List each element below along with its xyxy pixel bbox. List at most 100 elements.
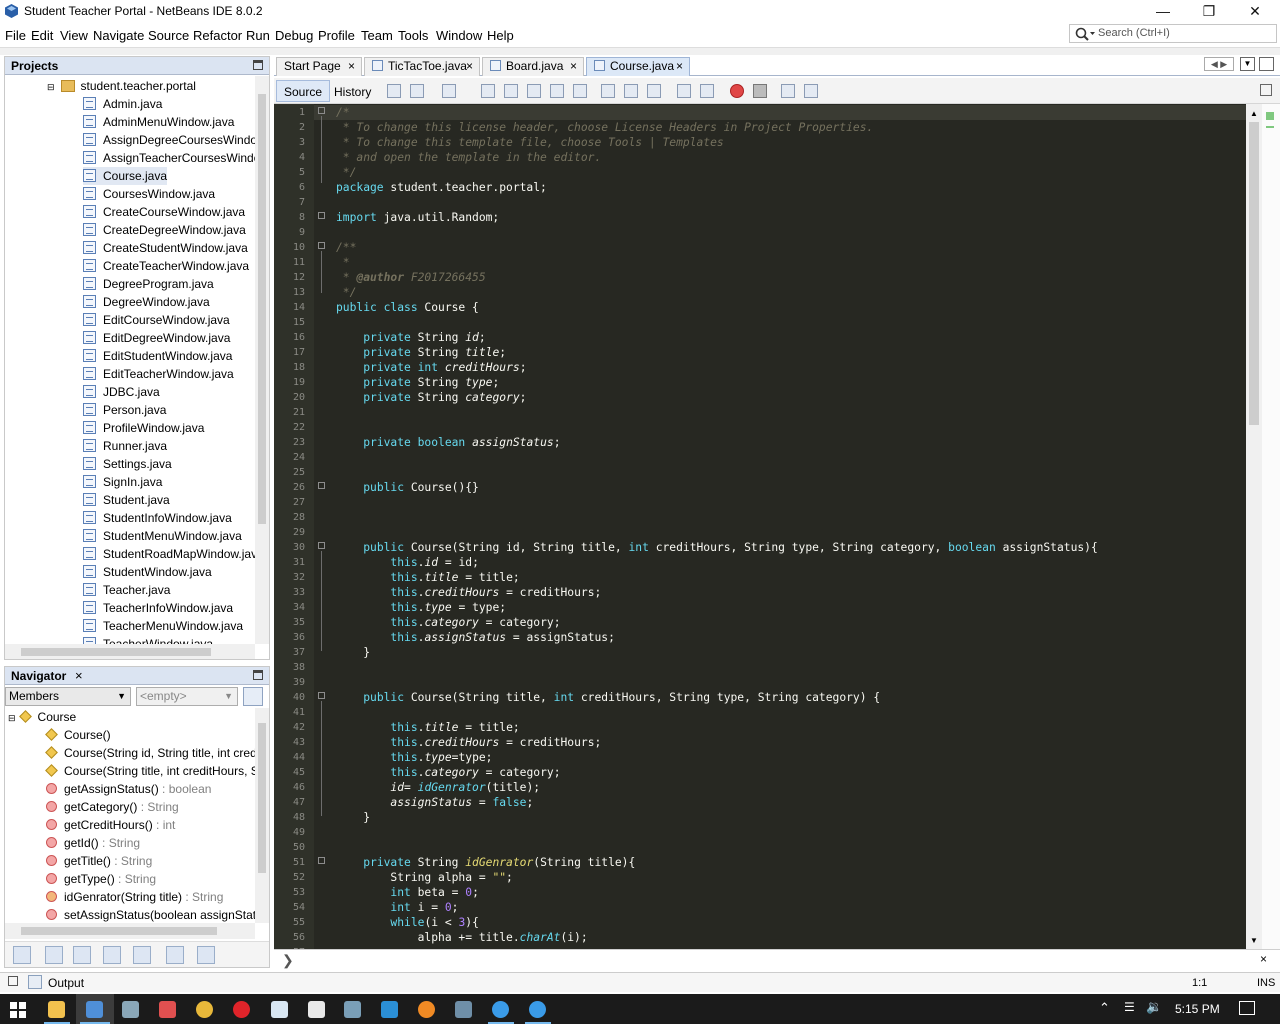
navigator-member[interactable]: Course(String title, int creditHours, St…	[43, 762, 255, 780]
tab-board[interactable]: Board.java ×	[482, 57, 584, 76]
close-button[interactable]: ✕	[1232, 0, 1278, 22]
netbeans-taskbar-button[interactable]	[76, 994, 114, 1024]
menu-run[interactable]: Run	[246, 28, 270, 43]
app-icon[interactable]	[529, 1001, 546, 1018]
menu-navigate[interactable]: Navigate	[93, 28, 144, 43]
toggle-bookmark-icon[interactable]	[647, 84, 661, 98]
empty-select[interactable]: <empty> ▼	[136, 687, 238, 706]
firefox-icon[interactable]	[418, 1001, 435, 1018]
local-classes-icon[interactable]	[133, 946, 151, 964]
navigator-member[interactable]: setAssignStatus(boolean assignStatus	[43, 906, 255, 923]
fold-toggle-icon[interactable]	[318, 692, 325, 699]
tree-file[interactable]: SignIn.java	[83, 473, 162, 491]
fold-toggle-icon[interactable]	[318, 242, 325, 249]
fold-toggle-icon[interactable]	[318, 482, 325, 489]
navigator-tree[interactable]: ⊟ Course Course() Course(String id, String…	[5, 708, 255, 923]
menu-file[interactable]: File	[5, 28, 26, 43]
output-label[interactable]: Output	[48, 976, 84, 990]
navigator-member[interactable]: getTitle() : String	[43, 852, 152, 870]
last-edit-icon[interactable]	[387, 84, 401, 98]
fqn-icon[interactable]	[166, 946, 184, 964]
scroll-down-icon[interactable]: ▼	[1250, 936, 1258, 945]
sort-by-name-icon[interactable]	[197, 946, 215, 964]
projects-horizontal-scrollbar[interactable]	[5, 644, 255, 659]
menu-source[interactable]: Source	[148, 28, 189, 43]
previous-bookmark-icon[interactable]	[601, 84, 615, 98]
find-next-icon[interactable]	[527, 84, 541, 98]
clock[interactable]: 5:15 PM	[1175, 1002, 1220, 1016]
tree-file[interactable]: Student.java	[83, 491, 170, 509]
stop-macro-icon[interactable]	[753, 84, 767, 98]
fields-filter-icon[interactable]	[45, 946, 63, 964]
navigator-member[interactable]: Course()	[43, 726, 111, 744]
sort-by-source-icon[interactable]	[229, 946, 247, 964]
inherited-members-icon[interactable]	[13, 946, 31, 964]
scrollbar-thumb[interactable]	[258, 723, 266, 873]
scrollbar-thumb[interactable]	[258, 94, 266, 524]
tree-file[interactable]: EditDegreeWindow.java	[83, 329, 230, 347]
navigator-vertical-scrollbar[interactable]	[255, 708, 269, 923]
navigator-options-icon[interactable]	[243, 687, 263, 706]
menu-window[interactable]: Window	[436, 28, 482, 43]
uncomment-icon[interactable]	[804, 84, 818, 98]
scroll-up-icon[interactable]: ▲	[1250, 109, 1258, 118]
expand-output-icon[interactable]: ❯	[282, 952, 294, 969]
navigator-member[interactable]: getCategory() : String	[43, 798, 179, 816]
fold-toggle-icon[interactable]	[318, 212, 325, 219]
toggle-highlight-icon[interactable]	[550, 84, 564, 98]
close-tab-icon[interactable]: ×	[348, 58, 355, 75]
tab-course[interactable]: Course.java ×	[586, 57, 690, 76]
forward-icon[interactable]	[442, 84, 456, 98]
search-input[interactable]: Search (Ctrl+I)	[1069, 24, 1277, 43]
project-tree[interactable]: ⊟ student.teacher.portal Admin.java AdminM…	[5, 76, 255, 644]
fold-toggle-icon[interactable]	[318, 107, 325, 114]
projects-tab[interactable]: Projects	[5, 57, 269, 75]
app-icon[interactable]	[492, 1001, 509, 1018]
non-public-filter-icon[interactable]	[103, 946, 121, 964]
members-filter-select[interactable]: Members ▼	[5, 687, 131, 706]
tree-file[interactable]: CoursesWindow.java	[83, 185, 215, 203]
tree-file[interactable]: JDBC.java	[83, 383, 160, 401]
tree-file[interactable]: Runner.java	[83, 437, 167, 455]
static-filter-icon[interactable]	[73, 946, 91, 964]
menu-profile[interactable]: Profile	[318, 28, 355, 43]
tree-file[interactable]: CreateCourseWindow.java	[83, 203, 245, 221]
tree-file[interactable]: StudentRoadMapWindow.java	[83, 545, 255, 563]
menu-help[interactable]: Help	[487, 28, 514, 43]
close-tab-icon[interactable]: ×	[466, 58, 473, 75]
windows-start-icon[interactable]	[10, 1002, 26, 1018]
shift-left-icon[interactable]	[677, 84, 691, 98]
tree-file[interactable]: Admin.java	[83, 95, 162, 113]
close-tab-icon[interactable]: ×	[570, 58, 577, 75]
tree-file[interactable]: AssignTeacherCoursesWindow	[83, 149, 255, 167]
menu-refactor[interactable]: Refactor	[193, 28, 242, 43]
tree-file[interactable]: AdminMenuWindow.java	[83, 113, 234, 131]
start-macro-icon[interactable]	[730, 84, 744, 98]
comment-icon[interactable]	[781, 84, 795, 98]
close-icon[interactable]: ×	[1260, 952, 1267, 966]
back-icon[interactable]	[410, 84, 424, 98]
tree-file[interactable]: Course.java	[83, 167, 168, 185]
tree-file[interactable]: CreateStudentWindow.java	[83, 239, 248, 257]
chrome-icon[interactable]	[196, 1001, 213, 1018]
tree-file[interactable]: TeacherInfoWindow.java	[83, 599, 233, 617]
tree-file[interactable]: EditTeacherWindow.java	[83, 365, 234, 383]
volume-icon[interactable]: 🔉	[1146, 999, 1162, 1015]
scroll-tabs-icon[interactable]: ◀ ▶	[1204, 57, 1234, 71]
close-icon[interactable]: ×	[75, 668, 83, 683]
wifi-icon[interactable]: ☰	[1124, 1000, 1135, 1014]
error-stripe[interactable]	[1262, 104, 1280, 949]
menu-edit[interactable]: Edit	[31, 28, 53, 43]
navigator-member[interactable]: getType() : String	[43, 870, 156, 888]
vscode-icon[interactable]	[381, 1001, 398, 1018]
tree-file[interactable]: AssignDegreeCoursesWindow.	[83, 131, 255, 149]
tree-file[interactable]: Teacher.java	[83, 581, 170, 599]
navigator-tab[interactable]: Navigator ×	[5, 667, 269, 685]
collapse-icon[interactable]: ⊟	[8, 713, 16, 723]
navigator-member[interactable]: getAssignStatus() : boolean	[43, 780, 211, 798]
tree-file[interactable]: EditStudentWindow.java	[83, 347, 232, 365]
tree-file[interactable]: StudentWindow.java	[83, 563, 212, 581]
split-editor-icon[interactable]	[1260, 84, 1272, 96]
menu-tools[interactable]: Tools	[398, 28, 428, 43]
restore-button[interactable]: ❐	[1186, 0, 1232, 22]
